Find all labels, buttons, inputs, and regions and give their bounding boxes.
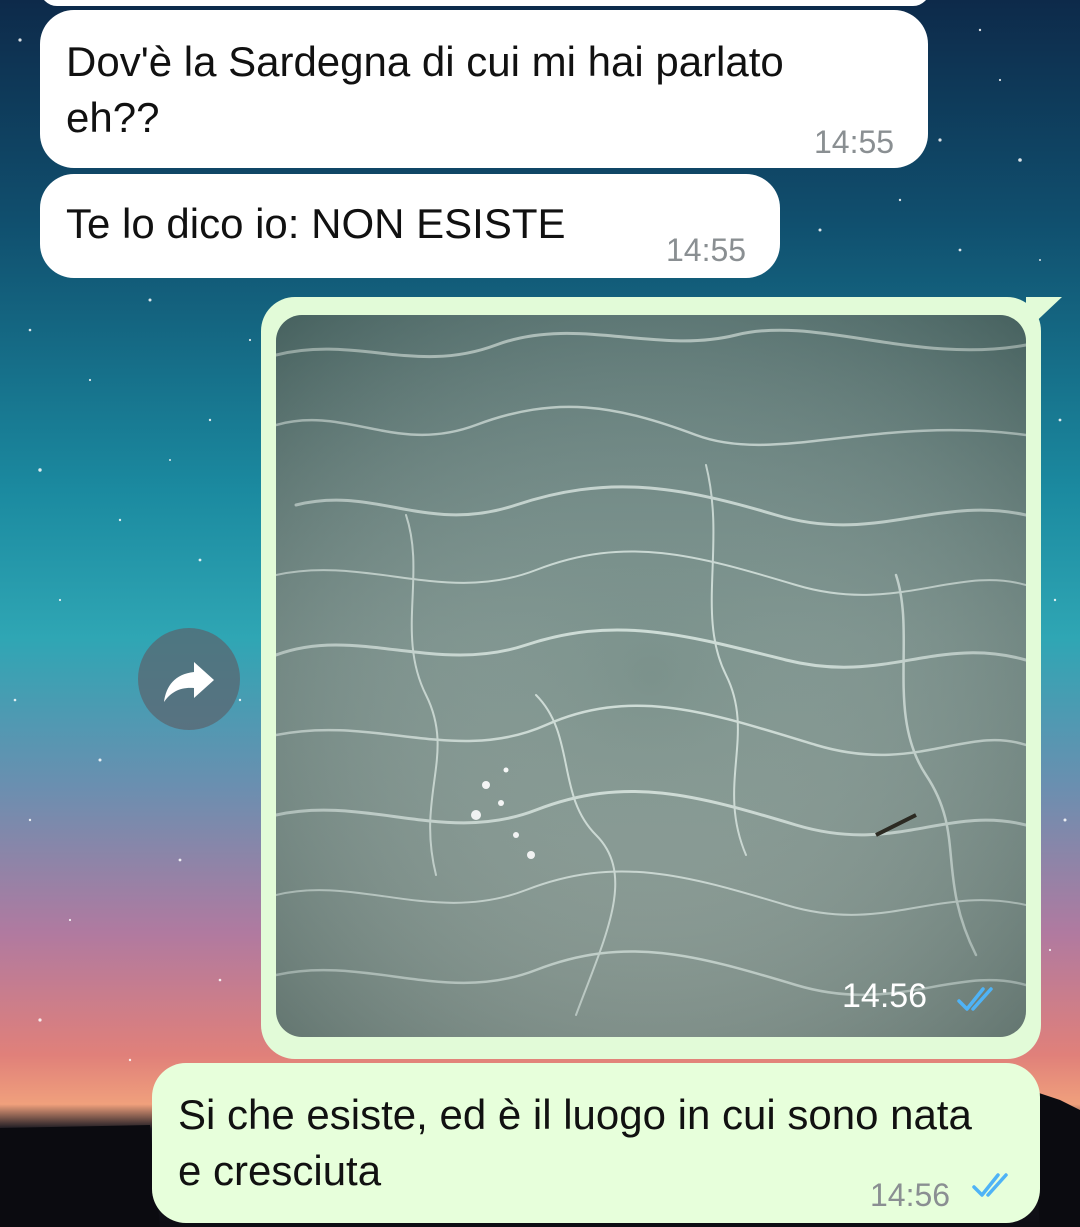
incoming-message-bubble[interactable]: Dov'è la Sardegna di cui mi hai parlato … — [40, 10, 928, 168]
message-timestamp: 14:56 — [870, 1177, 951, 1213]
message-text: Te lo dico io: NON ESISTE — [66, 200, 566, 247]
share-forward-icon — [164, 662, 214, 702]
bubble-tail — [1026, 297, 1062, 331]
message-timestamp: 14:55 — [666, 232, 747, 268]
outgoing-message-bubble[interactable]: Si che esiste, ed è il luogo in cui sono… — [152, 1063, 1040, 1223]
double-check-icon — [972, 1173, 1008, 1197]
message-timestamp: 14:55 — [814, 124, 895, 160]
forward-button[interactable] — [138, 628, 240, 730]
message-text: Dov'è la Sardegna di cui mi hai parlato … — [66, 38, 784, 141]
sea-water-photo[interactable] — [276, 315, 1026, 1037]
outgoing-image-message[interactable]: 14:56 — [261, 297, 1062, 1059]
previous-message-bubble[interactable] — [40, 0, 930, 6]
image-timestamp: 14:56 — [842, 977, 928, 1015]
double-check-icon — [957, 987, 993, 1011]
incoming-message-bubble[interactable]: Te lo dico io: NON ESISTE 14:55 — [40, 174, 780, 278]
